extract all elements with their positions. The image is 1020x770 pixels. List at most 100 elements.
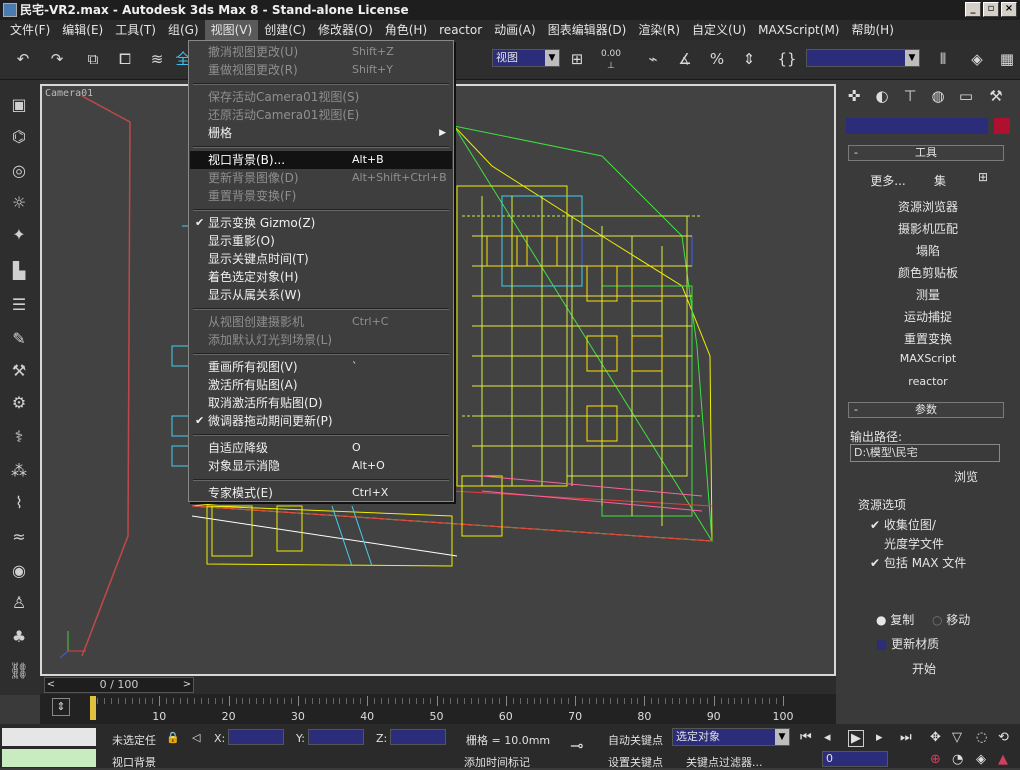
view-menu-item[interactable]: 着色选定对象(H)	[190, 268, 452, 286]
close-button[interactable]: ×	[1001, 2, 1017, 17]
lock-icon[interactable]: 🔒	[166, 731, 180, 744]
pen-icon[interactable]: ✎	[8, 328, 30, 350]
tool-measure[interactable]: 测量	[836, 286, 1020, 303]
chevron-right-icon[interactable]: >	[181, 678, 193, 692]
utilities-tab-icon[interactable]: ⚒	[986, 86, 1006, 106]
output-path-field[interactable]: D:\模型\民宅	[850, 444, 1000, 462]
view-menu-item[interactable]: 激活所有贴图(A)	[190, 376, 452, 394]
pan-icon[interactable]: ✥	[930, 730, 941, 745]
menu-reactor[interactable]: reactor	[433, 20, 488, 40]
camera-icon[interactable]: ◉	[8, 560, 30, 582]
copy-radio[interactable]: ● 复制	[876, 611, 914, 628]
collect-bitmaps-checkbox[interactable]: ✔ 收集位图/	[870, 516, 936, 533]
tree-icon[interactable]: ♣	[8, 626, 30, 648]
tool-motion-capture[interactable]: 运动捕捉	[836, 308, 1020, 325]
reference-coord-select[interactable]: 视图 ▼	[492, 49, 560, 67]
view-menu-item[interactable]: 显示从属关系(W)	[190, 286, 452, 304]
unlink-icon[interactable]: ⧠	[114, 48, 136, 70]
menu-animation[interactable]: 动画(A)	[488, 20, 542, 40]
menu-tools[interactable]: 工具(T)	[109, 20, 162, 40]
auto-key-button[interactable]: 自动关键点	[608, 732, 663, 748]
next-frame-icon[interactable]: ▸	[876, 730, 883, 745]
pivot-center-icon[interactable]: ⊞	[566, 48, 588, 70]
named-selection-set[interactable]: ▼	[806, 49, 920, 67]
redo-icon[interactable]: ↷	[46, 48, 68, 70]
absolute-mode-icon[interactable]: ◁	[192, 731, 200, 744]
prev-frame-icon[interactable]: ◂	[824, 730, 831, 745]
undo-icon[interactable]: ↶	[12, 48, 34, 70]
view-menu-item[interactable]: 对象显示消隐 Alt+O	[190, 457, 452, 475]
track-bar[interactable]: ⇕ 10 20 30 40 50 60 70 80 90 100	[40, 694, 836, 724]
particle-icon[interactable]: ⁂	[8, 460, 30, 482]
z-coord-field[interactable]	[390, 729, 446, 745]
menu-graph-editors[interactable]: 图表编辑器(D)	[542, 20, 633, 40]
create-tab-icon[interactable]: ✜	[844, 86, 864, 106]
walk-icon[interactable]: ◈	[976, 752, 986, 767]
modify-tab-icon[interactable]: ◐	[872, 86, 892, 106]
restore-button[interactable]: ▫	[983, 2, 999, 17]
sphere-icon[interactable]: ◎	[8, 160, 30, 182]
paint-icon[interactable]: ⌇	[8, 492, 30, 514]
start-button[interactable]: 开始	[912, 660, 936, 677]
mirror-icon[interactable]: ⫴	[932, 48, 954, 70]
tool-asset-browser[interactable]: 资源浏览器	[836, 198, 1020, 215]
maxscript-listener[interactable]	[2, 728, 96, 746]
roll-icon[interactable]: ⟲	[998, 730, 1009, 745]
menu-view[interactable]: 视图(V)	[204, 20, 259, 40]
current-frame-field[interactable]: 0	[822, 751, 888, 767]
light-icon[interactable]: ☼	[8, 192, 30, 214]
menu-character[interactable]: 角色(H)	[379, 20, 433, 40]
view-menu-item[interactable]: 栅格 ▶	[190, 124, 452, 142]
name-field[interactable]	[846, 118, 988, 134]
goto-start-icon[interactable]: ⏮	[800, 730, 812, 745]
named-selection-icon[interactable]: {}	[776, 48, 798, 70]
menu-modifiers[interactable]: 修改器(O)	[312, 20, 379, 40]
maxscript-mini-listener[interactable]	[2, 749, 96, 767]
track-bar-toggle-icon[interactable]: ⇕	[52, 698, 70, 716]
include-max-checkbox[interactable]: ✔ 包括 MAX 文件	[870, 554, 966, 571]
time-slider[interactable]: < 0 / 100 >	[44, 677, 194, 693]
display-tab-icon[interactable]: ▭	[956, 86, 976, 106]
move-radio[interactable]: ○ 移动	[932, 611, 970, 628]
menu-help[interactable]: 帮助(H)	[845, 20, 899, 40]
menu-customize[interactable]: 自定义(U)	[686, 20, 752, 40]
tool-reset-xform[interactable]: 重置变换	[836, 330, 1020, 347]
view-menu-item[interactable]: ✔ 显示变换 Gizmo(Z)	[190, 214, 452, 232]
bind-space-warp-icon[interactable]: ≋	[146, 48, 168, 70]
menu-create[interactable]: 创建(C)	[258, 20, 312, 40]
current-frame-marker[interactable]	[90, 696, 96, 720]
stairs-icon[interactable]: ☰	[8, 294, 30, 316]
view-menu-item[interactable]: 取消激活所有贴图(D)	[190, 394, 452, 412]
view-menu-item[interactable]: 自适应降级 O	[190, 439, 452, 457]
view-menu-item[interactable]: ✔ 微调器拖动期间更新(P)	[190, 412, 452, 430]
update-material-checkbox[interactable]: ■ 更新材质	[876, 635, 939, 652]
menu-group[interactable]: 组(G)	[162, 20, 205, 40]
gear-icon[interactable]: ⚙	[8, 392, 30, 414]
spinner-snap-icon[interactable]: ⇕	[738, 48, 760, 70]
dolly-icon[interactable]: ⊕	[930, 752, 941, 767]
tool-maxscript[interactable]: MAXScript	[836, 352, 1020, 365]
view-menu-item[interactable]: 重画所有视图(V) `	[190, 358, 452, 376]
maximize-viewport-icon[interactable]: ▲	[998, 752, 1008, 767]
menu-edit[interactable]: 编辑(E)	[56, 20, 109, 40]
hierarchy-tab-icon[interactable]: ⊤	[900, 86, 920, 106]
orbit-icon[interactable]: ◌	[976, 730, 987, 745]
menu-maxscript[interactable]: MAXScript(M)	[752, 20, 845, 40]
link-icon[interactable]: ⧉	[82, 48, 104, 70]
viewport-label[interactable]: Camera01	[45, 88, 93, 99]
view-menu-item[interactable]: 显示关键点时间(T)	[190, 250, 452, 268]
snap-toggle-icon[interactable]: 0.00 ⊥	[600, 48, 622, 71]
key-mode-select[interactable]: 选定对象 ▼	[672, 728, 790, 746]
hammer-icon[interactable]: ⚒	[8, 360, 30, 382]
play-icon[interactable]: ▶	[848, 730, 864, 747]
minimize-button[interactable]: _	[965, 2, 981, 17]
menu-rendering[interactable]: 渲染(R)	[632, 20, 686, 40]
x-coord-field[interactable]	[228, 729, 284, 745]
link-chain-icon[interactable]: ⛓	[8, 660, 30, 682]
configure-sets-icon[interactable]: ⊞	[978, 170, 996, 186]
wave-icon[interactable]: ≈	[8, 526, 30, 548]
door-icon[interactable]: ▙	[8, 260, 30, 282]
percent-snap-icon[interactable]: %	[706, 48, 728, 70]
color-swatch[interactable]	[994, 118, 1010, 134]
box-icon[interactable]: ▣	[8, 94, 30, 116]
